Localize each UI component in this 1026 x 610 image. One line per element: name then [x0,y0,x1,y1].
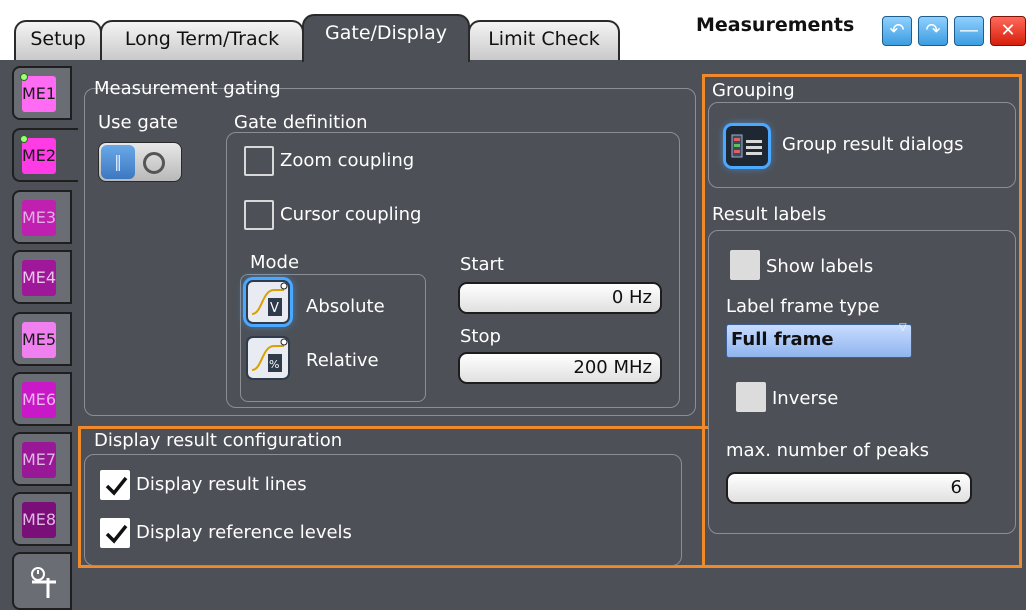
redo-icon[interactable]: ↷ [918,16,948,46]
side-tab-me1[interactable]: ME1 [12,66,72,120]
start-label: Start [460,254,504,275]
max-peaks-field[interactable]: 6 [726,472,972,504]
undo-icon[interactable]: ↶ [882,16,912,46]
result-labels-title: Result labels [712,204,827,225]
side-tab-me8[interactable]: ME8 [12,492,72,546]
main-panel: ME1 ME2 ME3 ME4 ME5 ME6 ME7 ME8 Measurem… [0,60,1026,610]
side-tab-timer[interactable] [12,552,72,610]
display-config-title: Display result configuration [94,430,343,451]
display-result-lines-checkbox[interactable] [100,470,130,500]
display-reference-levels-checkbox[interactable] [100,518,130,548]
cursor-coupling-checkbox[interactable] [244,200,274,230]
zoom-coupling-checkbox[interactable] [244,146,274,176]
mode-label: Mode [250,252,300,273]
cursor-coupling-label: Cursor coupling [280,204,422,225]
minimize-icon[interactable]: ― [954,16,984,46]
absolute-mode-icon[interactable]: V [246,280,290,324]
me7-label: ME7 [22,442,56,478]
relative-mode-icon[interactable]: % [246,336,290,380]
display-result-lines-label: Display result lines [136,474,307,495]
tab-long-term-track[interactable]: Long Term/Track [100,20,304,60]
group-result-dialogs-icon[interactable] [726,126,768,166]
side-tab-me7[interactable]: ME7 [12,432,72,486]
toggle-off-indicator: ‖ [101,145,135,179]
show-labels-label: Show labels [766,256,874,277]
side-tab-me6[interactable]: ME6 [12,372,72,426]
use-gate-label: Use gate [98,112,178,133]
me6-label: ME6 [22,382,56,418]
inverse-label: Inverse [772,388,839,409]
side-tab-me5[interactable]: ME5 [12,312,72,366]
dropdown-arrow-icon: ▽ [899,322,907,333]
inverse-checkbox[interactable] [736,382,766,412]
label-frame-type-value: Full frame [731,329,834,350]
display-config-group [84,454,682,566]
stop-label: Stop [460,326,501,347]
svg-text:%: % [269,358,279,371]
grouping-title: Grouping [712,80,795,101]
use-gate-toggle[interactable]: ‖ [98,142,182,182]
me3-label: ME3 [22,200,56,236]
me2-label: ME2 [22,138,56,174]
label-frame-type-dropdown[interactable]: Full frame ▽ [726,322,912,358]
max-peaks-label: max. number of peaks [726,440,930,461]
side-tab-me3[interactable]: ME3 [12,190,72,244]
status-led-icon [20,135,28,143]
show-labels-checkbox[interactable] [730,250,760,280]
status-led-icon [20,73,28,81]
start-field[interactable]: 0 Hz [458,282,662,314]
absolute-label: Absolute [306,296,385,317]
side-tab-me2[interactable]: ME2 [12,128,78,182]
close-icon[interactable]: ✕ [990,16,1026,46]
gate-definition-label: Gate definition [234,112,368,133]
check-icon [105,476,128,496]
stop-field[interactable]: 200 MHz [458,352,662,384]
zoom-coupling-label: Zoom coupling [280,150,415,171]
display-reference-levels-label: Display reference levels [136,522,352,543]
toggle-circle-icon [143,152,165,174]
timer-icon [26,564,62,600]
me4-label: ME4 [22,260,56,296]
tab-limit-check[interactable]: Limit Check [468,20,620,60]
side-tab-me4[interactable]: ME4 [12,250,72,304]
label-frame-type-label: Label frame type [726,296,880,317]
svg-text:V: V [270,301,279,316]
check-icon [105,524,128,544]
me1-label: ME1 [22,76,56,112]
window-title: Measurements [696,14,855,36]
measurement-gating-title: Measurement gating [94,78,281,99]
tab-gate-display[interactable]: Gate/Display [302,14,470,62]
tab-setup[interactable]: Setup [14,20,102,60]
me5-label: ME5 [22,322,56,358]
group-result-dialogs-label: Group result dialogs [782,134,964,155]
relative-label: Relative [306,350,379,371]
me8-label: ME8 [22,502,56,538]
